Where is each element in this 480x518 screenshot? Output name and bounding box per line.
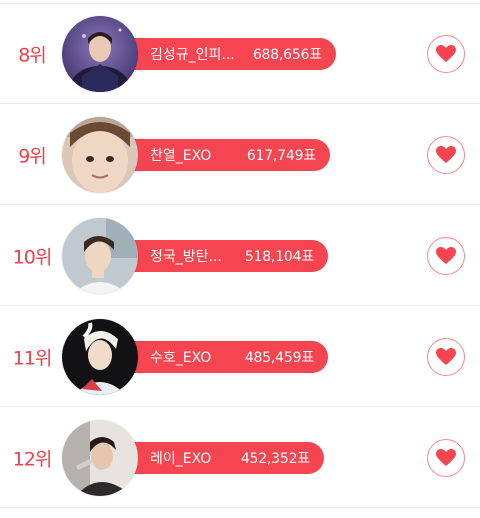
vote-heart-button[interactable]	[427, 337, 465, 376]
idol-name: 수호_EXO	[150, 349, 212, 366]
ranking-list: 8위 김성규_인피... 688,656표 9위 찬열_EXO 617,749표…	[0, 0, 480, 518]
vote-heart-button[interactable]	[427, 135, 465, 174]
idol-name: 레이_EXO	[150, 450, 212, 467]
heart-icon	[436, 145, 456, 163]
heart-icon	[436, 44, 456, 62]
rank-label: 11위	[12, 347, 53, 369]
idol-name: 김성규_인피...	[150, 46, 235, 63]
vote-bar: 김성규_인피... 688,656표	[108, 37, 336, 70]
avatar[interactable]	[62, 318, 138, 395]
vote-bar: 레이_EXO 452,352표	[108, 441, 324, 474]
vote-heart-button[interactable]	[427, 34, 465, 73]
rank-label: 9위	[18, 145, 47, 167]
avatar[interactable]	[62, 15, 138, 92]
vote-count: 485,459표	[244, 349, 314, 366]
ranking-row: 10위 정국_방탄... 518,104표	[0, 206, 480, 306]
vote-count: 518,104표	[244, 248, 314, 265]
ranking-row: 12위 레이_EXO 452,352표	[0, 408, 480, 508]
vote-heart-button[interactable]	[427, 236, 465, 275]
vote-heart-button[interactable]	[427, 438, 465, 477]
avatar[interactable]	[62, 217, 138, 294]
vote-bar: 정국_방탄... 518,104표	[108, 239, 328, 272]
heart-icon	[436, 246, 456, 264]
ranking-row: 9위 찬열_EXO 617,749표	[0, 105, 480, 205]
vote-count: 452,352표	[240, 450, 310, 467]
idol-name: 찬열_EXO	[150, 147, 212, 164]
ranking-row: 8위 김성규_인피... 688,656표	[0, 4, 480, 104]
avatar[interactable]	[62, 419, 138, 496]
vote-bar: 수호_EXO 485,459표	[108, 340, 328, 373]
vote-count: 688,656표	[252, 46, 322, 63]
rank-label: 8위	[18, 44, 47, 66]
heart-icon	[436, 448, 456, 466]
vote-count: 617,749표	[246, 147, 316, 164]
ranking-row: 11위 수호_EXO 485,459표	[0, 307, 480, 407]
rank-label: 10위	[12, 246, 53, 268]
rank-label: 12위	[12, 448, 53, 470]
vote-bar: 찬열_EXO 617,749표	[108, 138, 330, 171]
heart-icon	[436, 347, 456, 365]
idol-name: 정국_방탄...	[150, 248, 222, 265]
avatar[interactable]	[62, 116, 138, 193]
